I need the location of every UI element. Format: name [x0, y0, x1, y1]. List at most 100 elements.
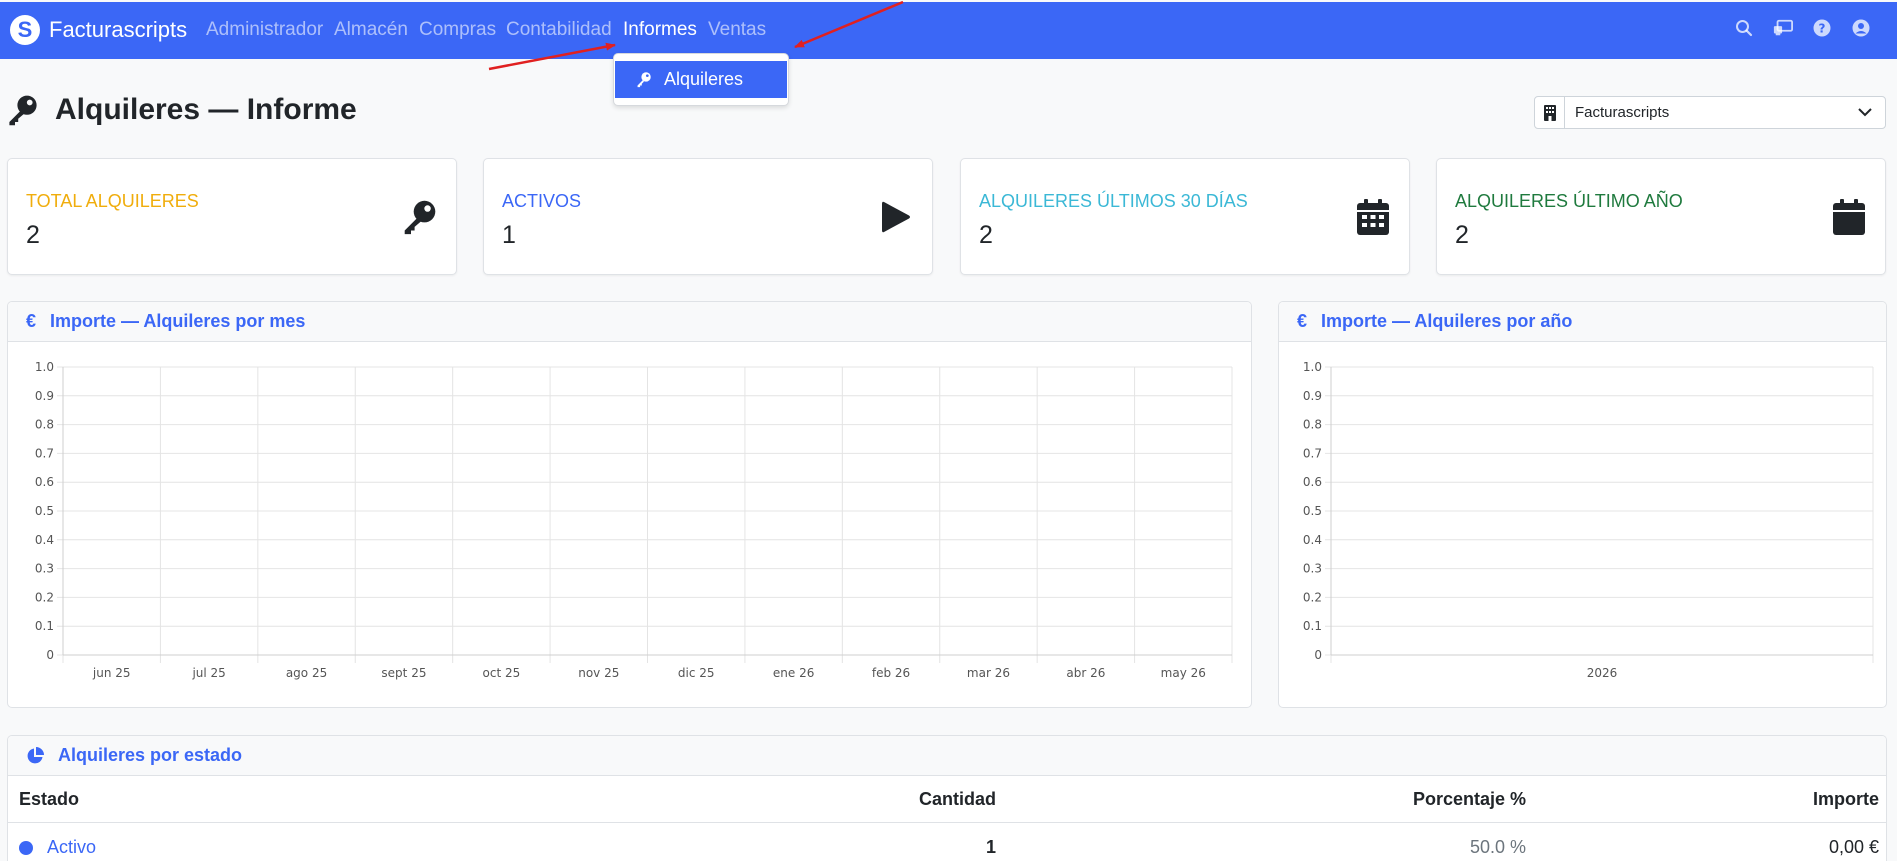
nav-item-administrador[interactable]: Administrador: [206, 19, 323, 41]
informes-dropdown-menu: Alquileres: [613, 53, 789, 106]
chart-title: Importe — Alquileres por año: [1321, 311, 1573, 331]
table-header: Alquileres por estado: [8, 736, 1886, 776]
chart-monthly: 0 0.1 0.2 0.3 0.4 0.5 0.6 0.7 0.8 0.9 1.0 jun 25 jul…: [35, 360, 1233, 680]
nav-item-ventas[interactable]: Ventas: [708, 19, 766, 41]
nav-item-informes[interactable]: Informes: [623, 19, 697, 41]
y-tick-label: 1.0: [1303, 360, 1322, 374]
y-tick-label: 0.9: [35, 389, 54, 403]
x-tick-label: ago 25: [286, 666, 327, 680]
user-icon[interactable]: [1851, 18, 1871, 38]
stat-label: ALQUILERES ÚLTIMOS 30 DÍAS: [979, 191, 1248, 211]
stat-card-ultimo-ano: ALQUILERES ÚLTIMO AÑO 2: [1436, 158, 1886, 275]
stat-label: ACTIVOS: [502, 191, 582, 211]
pie-chart-icon: [26, 746, 44, 765]
stat-value: 2: [979, 221, 993, 249]
table-title: Alquileres por estado: [58, 745, 243, 765]
x-tick-label: mar 26: [967, 666, 1010, 680]
company-select-value: Facturascripts: [1575, 104, 1670, 121]
chart-header: € Importe — Alquileres por año: [1279, 302, 1886, 342]
euro-icon: €: [26, 311, 37, 331]
calendar-days-icon: [1353, 197, 1393, 237]
nav-item-compras[interactable]: Compras: [419, 19, 496, 41]
y-tick-label: 0.7: [35, 446, 54, 460]
y-tick-label: 0.9: [1303, 389, 1322, 403]
status-dot: [19, 840, 33, 855]
status-link-activo[interactable]: Activo: [47, 837, 96, 857]
column-header-cantidad[interactable]: Cantidad: [919, 789, 996, 810]
column-header-estado[interactable]: Estado: [19, 789, 79, 810]
chart-panel-yearly: € Importe — Alquileres por año 0 0.1 0.2 0.…: [1278, 301, 1887, 708]
stat-card-activos: ACTIVOS 1: [483, 158, 933, 275]
y-tick-label: 0.2: [1303, 590, 1322, 604]
y-tick-label: 0.3: [1303, 562, 1322, 576]
key-icon: [9, 95, 37, 126]
x-tick-label: may 26: [1161, 666, 1206, 680]
brand-name: Facturascripts: [49, 17, 188, 42]
x-tick-label: 2026: [1587, 666, 1618, 680]
top-navbar: S Facturascripts Administrador Almacén C…: [0, 2, 1897, 59]
stat-value: 1: [502, 221, 516, 249]
help-icon[interactable]: ?: [1812, 18, 1832, 38]
chart-title: Importe — Alquileres por mes: [50, 311, 306, 331]
brand-link[interactable]: S Facturascripts: [10, 12, 187, 48]
x-tick-label: dic 25: [678, 666, 715, 680]
nav-item-almacen[interactable]: Almacén: [334, 19, 408, 41]
chart-panel-monthly: € Importe — Alquileres por mes 0 0.1 0.2 0.…: [7, 301, 1252, 708]
y-tick-label: 0: [46, 648, 54, 662]
column-header-porcentaje[interactable]: Porcentaje %: [1413, 789, 1526, 810]
page-header: Alquileres — Informe: [7, 93, 357, 127]
chevron-down-icon: [1845, 108, 1885, 117]
y-tick-label: 0.4: [1303, 533, 1322, 547]
x-tick-label: abr 26: [1066, 666, 1105, 680]
y-tick-label: 0: [1314, 648, 1322, 662]
calendar-icon: [1829, 197, 1869, 237]
y-tick-label: 0.5: [35, 504, 54, 518]
x-tick-label: sept 25: [381, 666, 426, 680]
stat-card-ultimos-30-dias: ALQUILERES ÚLTIMOS 30 DÍAS 2: [960, 158, 1410, 275]
stat-label: TOTAL ALQUILERES: [26, 191, 199, 211]
key-icon: [637, 72, 651, 88]
play-icon: [876, 197, 916, 237]
euro-icon: €: [1297, 311, 1308, 331]
building-icon: [1535, 97, 1565, 128]
x-tick-label: jun 25: [92, 666, 131, 680]
status-table-panel: Alquileres por estado Estado Cantidad Po…: [7, 735, 1887, 861]
x-tick-label: ene 26: [773, 666, 814, 680]
table-header-row: Estado Cantidad Porcentaje % Importe: [8, 777, 1886, 823]
y-tick-label: 1.0: [35, 360, 54, 374]
brand-logo-icon: S: [10, 15, 40, 45]
y-tick-label: 0.3: [35, 562, 54, 576]
stat-value: 2: [26, 221, 40, 249]
cantidad-cell: 1: [985, 836, 996, 857]
key-icon: [400, 197, 440, 237]
chart-yearly: 0 0.1 0.2 0.3 0.4 0.5 0.6 0.7 0.8 0.9 1.0 2026: [1303, 360, 1874, 680]
y-tick-label: 0.5: [1303, 504, 1322, 518]
search-icon[interactable]: [1734, 18, 1754, 38]
page-title: Alquileres — Informe: [55, 93, 357, 126]
column-header-importe[interactable]: Importe: [1813, 789, 1879, 810]
y-tick-label: 0.4: [35, 533, 54, 547]
dropdown-item-label: Alquileres: [664, 69, 744, 89]
y-tick-label: 0.6: [35, 475, 54, 489]
y-tick-label: 0.6: [1303, 475, 1322, 489]
x-tick-label: feb 26: [872, 666, 910, 680]
table-row: Activo 1 50.0 % 0,00 €: [8, 824, 1886, 861]
chart-header: € Importe — Alquileres por mes: [8, 302, 1251, 342]
y-tick-label: 0.8: [35, 418, 54, 432]
company-select[interactable]: Facturascripts: [1534, 96, 1886, 129]
stat-value: 2: [1455, 221, 1469, 249]
svg-text:?: ?: [1819, 22, 1826, 36]
x-tick-label: nov 25: [578, 666, 619, 680]
y-tick-label: 0.8: [1303, 418, 1322, 432]
y-tick-label: 0.1: [35, 619, 54, 633]
screen-share-icon[interactable]: [1773, 18, 1793, 38]
estado-cell: Activo: [19, 837, 96, 858]
dropdown-item-alquileres[interactable]: Alquileres: [615, 61, 787, 98]
x-tick-label: jul 25: [191, 666, 225, 680]
porcentaje-cell: 50.0 %: [1469, 836, 1526, 857]
stat-label: ALQUILERES ÚLTIMO AÑO: [1455, 191, 1683, 211]
y-tick-label: 0.2: [35, 590, 54, 604]
nav-item-contabilidad[interactable]: Contabilidad: [506, 19, 612, 41]
importe-cell: 0,00 €: [1828, 836, 1879, 857]
y-tick-label: 0.7: [1303, 446, 1322, 460]
